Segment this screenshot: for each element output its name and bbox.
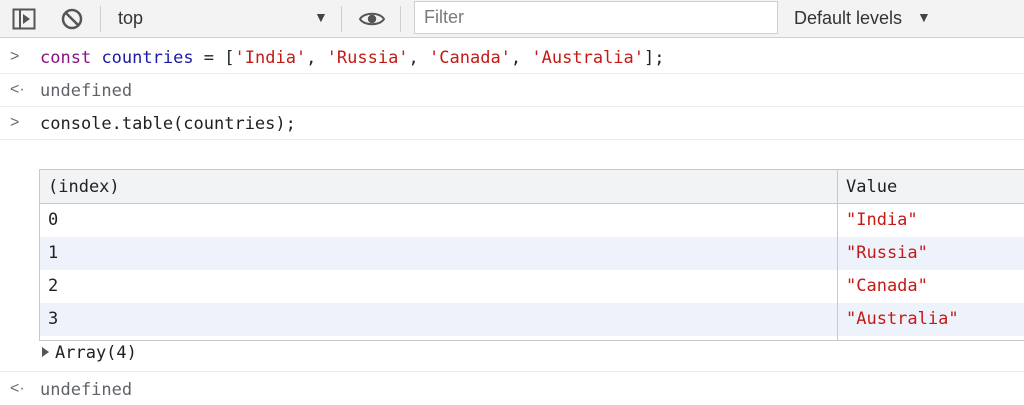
table-row: 0 "India" bbox=[40, 204, 1024, 237]
context-selector[interactable]: top bbox=[118, 8, 143, 29]
console-input-code[interactable]: console.table(countries); bbox=[40, 114, 296, 134]
input-prompt-icon: > bbox=[10, 114, 20, 131]
table-row: 2 "Canada" bbox=[40, 270, 1024, 303]
input-prompt-icon: > bbox=[10, 48, 20, 65]
table-cell-index: 1 bbox=[48, 243, 59, 263]
console-result: undefined bbox=[40, 81, 133, 101]
table-cell-index: 2 bbox=[48, 276, 59, 296]
filter-input[interactable] bbox=[414, 1, 778, 34]
result-arrow-icon: <· bbox=[10, 380, 25, 397]
table-row: 3 "Australia" bbox=[40, 303, 1024, 336]
console-output-row: <· undefined bbox=[0, 371, 1024, 405]
table-cell-value: "Canada" bbox=[846, 276, 928, 296]
array-expander[interactable]: Array(4) bbox=[42, 343, 137, 363]
table-header: (index) Value bbox=[40, 170, 1024, 204]
table-cell-value: "Russia" bbox=[846, 243, 928, 263]
result-arrow-icon: <· bbox=[10, 81, 25, 98]
table-row: 1 "Russia" bbox=[40, 237, 1024, 270]
table-cell-index: 0 bbox=[48, 210, 59, 230]
context-dropdown-icon[interactable]: ▼ bbox=[314, 9, 328, 25]
live-expression-eye-icon[interactable] bbox=[359, 6, 385, 32]
console-input-code[interactable]: const countries = ['India', 'Russia', 'C… bbox=[40, 48, 664, 68]
log-levels-dropdown[interactable]: Default levels bbox=[794, 8, 902, 29]
column-header-index[interactable]: (index) bbox=[48, 177, 120, 197]
toolbar-divider bbox=[341, 6, 342, 32]
console-input-row: > const countries = ['India', 'Russia', … bbox=[0, 40, 1024, 74]
array-label: Array(4) bbox=[55, 343, 137, 363]
clear-console-icon[interactable] bbox=[59, 6, 85, 32]
expand-triangle-icon[interactable] bbox=[42, 347, 49, 357]
column-header-value[interactable]: Value bbox=[846, 177, 897, 197]
table-cell-value: "India" bbox=[846, 210, 918, 230]
console-table: (index) Value 0 "India" 1 "Russia" 2 "Ca… bbox=[39, 169, 1024, 341]
toolbar-divider bbox=[100, 6, 101, 32]
console-toolbar: top ▼ Default levels ▼ bbox=[0, 0, 1024, 38]
toggle-sidebar-icon[interactable] bbox=[11, 6, 37, 32]
toolbar-divider bbox=[400, 6, 401, 32]
table-cell-index: 3 bbox=[48, 309, 59, 329]
console-output-row: <· undefined bbox=[0, 74, 1024, 107]
column-divider[interactable] bbox=[837, 170, 838, 340]
console-result: undefined bbox=[40, 380, 133, 400]
table-cell-value: "Australia" bbox=[846, 309, 959, 329]
console-input-row: > console.table(countries); bbox=[0, 107, 1024, 140]
levels-dropdown-icon[interactable]: ▼ bbox=[917, 9, 931, 25]
